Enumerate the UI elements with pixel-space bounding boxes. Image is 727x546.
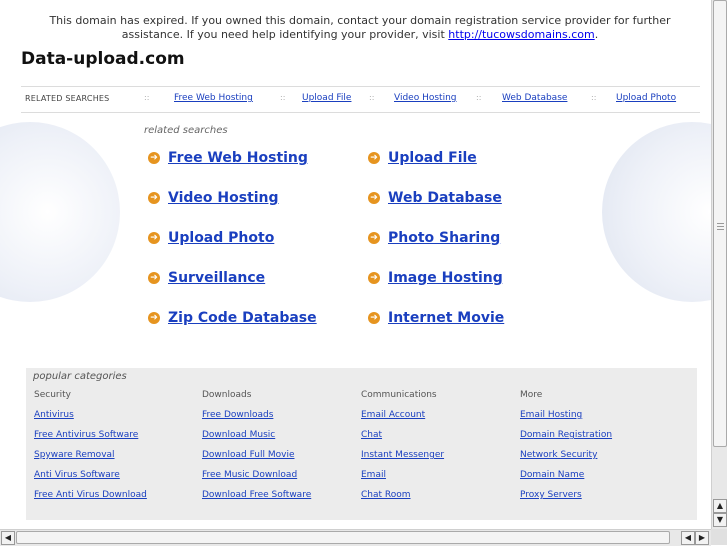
arrow-right-circle-icon: ➔ (148, 192, 160, 204)
related-bar-link[interactable]: Web Database (502, 93, 567, 103)
category-heading-communications: Communications (361, 390, 437, 400)
related-search-item[interactable]: ➔ Photo Sharing (368, 230, 500, 246)
arrow-right-circle-icon: ➔ (148, 272, 160, 284)
divider-top (21, 86, 700, 87)
category-link[interactable]: Domain Name (520, 470, 584, 480)
site-title: Data-upload.com (21, 49, 185, 69)
related-search-item[interactable]: ➔ Surveillance (148, 270, 265, 286)
related-search-item[interactable]: ➔ Image Hosting (368, 270, 503, 286)
related-search-link[interactable]: Web Database (388, 190, 502, 206)
related-search-item[interactable]: ➔ Web Database (368, 190, 502, 206)
related-search-item[interactable]: ➔ Video Hosting (148, 190, 279, 206)
category-link[interactable]: Free Antivirus Software (34, 430, 138, 440)
category-link[interactable]: Antivirus (34, 410, 74, 420)
grip-line (717, 229, 724, 230)
category-link[interactable]: Free Music Download (202, 470, 297, 480)
notice-text-end: . (594, 28, 599, 41)
related-search-item[interactable]: ➔ Internet Movie (368, 310, 504, 326)
triangle-up-icon[interactable]: ▲ (713, 499, 727, 513)
related-search-item[interactable]: ➔ Upload File (368, 150, 477, 166)
arrow-right-circle-icon: ➔ (368, 232, 380, 244)
category-link[interactable]: Instant Messenger (361, 450, 444, 460)
category-link[interactable]: Free Anti Virus Download (34, 490, 147, 500)
category-heading-downloads: Downloads (202, 390, 252, 400)
related-search-link[interactable]: Upload Photo (168, 230, 274, 246)
category-heading-more: More (520, 390, 543, 400)
popular-categories-panel: popular categories Security Antivirus Fr… (26, 368, 697, 520)
vertical-scroll-thumb[interactable] (713, 0, 727, 447)
category-link[interactable]: Chat (361, 430, 382, 440)
category-link[interactable]: Download Full Movie (202, 450, 294, 460)
popular-categories-heading: popular categories (33, 371, 127, 382)
category-link[interactable]: Network Security (520, 450, 597, 460)
grip-line (717, 226, 724, 227)
separator: :: (591, 93, 597, 102)
related-bar-link[interactable]: Upload File (302, 93, 351, 103)
category-link[interactable]: Anti Virus Software (34, 470, 120, 480)
triangle-left-icon[interactable]: ◀ (1, 531, 15, 545)
related-search-item[interactable]: ➔ Zip Code Database (148, 310, 317, 326)
related-search-link[interactable]: Internet Movie (388, 310, 504, 326)
related-search-link[interactable]: Video Hosting (168, 190, 279, 206)
category-heading-security: Security (34, 390, 71, 400)
category-link[interactable]: Download Free Software (202, 490, 311, 500)
scrollbar-corner (711, 529, 727, 545)
related-bar-link[interactable]: Free Web Hosting (174, 93, 253, 103)
related-search-link[interactable]: Free Web Hosting (168, 150, 308, 166)
page-viewport: This domain has expired. If you owned th… (0, 0, 711, 529)
vertical-scrollbar[interactable]: ▲ ▼ (711, 0, 727, 529)
category-link[interactable]: Proxy Servers (520, 490, 582, 500)
related-search-link[interactable]: Upload File (388, 150, 477, 166)
horizontal-scrollbar[interactable]: ◀ ◀ ▶ (0, 529, 711, 546)
related-searches-bar: RELATED SEARCHES :: Free Web Hosting :: … (21, 91, 700, 109)
separator: :: (369, 93, 375, 102)
category-link[interactable]: Email (361, 470, 386, 480)
category-link[interactable]: Download Music (202, 430, 275, 440)
triangle-right-icon[interactable]: ▶ (695, 531, 709, 545)
arrow-right-circle-icon: ➔ (368, 152, 380, 164)
arrow-right-circle-icon: ➔ (148, 312, 160, 324)
provider-link[interactable]: http://tucowsdomains.com (448, 28, 594, 41)
decorative-circle-left (0, 122, 120, 302)
separator: :: (476, 93, 482, 102)
decorative-circle-right (602, 122, 711, 302)
arrow-right-circle-icon: ➔ (368, 272, 380, 284)
related-search-link[interactable]: Photo Sharing (388, 230, 500, 246)
related-search-link[interactable]: Zip Code Database (168, 310, 317, 326)
divider-bottom (21, 112, 700, 113)
related-bar-link[interactable]: Video Hosting (394, 93, 457, 103)
separator: :: (280, 93, 286, 102)
category-link[interactable]: Domain Registration (520, 430, 612, 440)
triangle-left-icon[interactable]: ◀ (681, 531, 695, 545)
related-searches-heading: related searches (144, 125, 228, 136)
related-bar-link[interactable]: Upload Photo (616, 93, 676, 103)
arrow-right-circle-icon: ➔ (148, 152, 160, 164)
related-search-item[interactable]: ➔ Free Web Hosting (148, 150, 308, 166)
related-search-link[interactable]: Surveillance (168, 270, 265, 286)
triangle-down-icon[interactable]: ▼ (713, 513, 727, 527)
arrow-right-circle-icon: ➔ (368, 312, 380, 324)
category-link[interactable]: Email Account (361, 410, 425, 420)
grip-line (717, 223, 724, 224)
horizontal-scroll-thumb[interactable] (16, 531, 670, 544)
arrow-right-circle-icon: ➔ (368, 192, 380, 204)
related-search-link[interactable]: Image Hosting (388, 270, 503, 286)
related-search-item[interactable]: ➔ Upload Photo (148, 230, 274, 246)
expired-notice: This domain has expired. If you owned th… (20, 14, 700, 42)
separator: :: (144, 93, 150, 102)
related-searches-label: RELATED SEARCHES (25, 94, 110, 103)
category-link[interactable]: Chat Room (361, 490, 411, 500)
category-link[interactable]: Free Downloads (202, 410, 273, 420)
arrow-right-circle-icon: ➔ (148, 232, 160, 244)
category-link[interactable]: Spyware Removal (34, 450, 115, 460)
category-link[interactable]: Email Hosting (520, 410, 582, 420)
